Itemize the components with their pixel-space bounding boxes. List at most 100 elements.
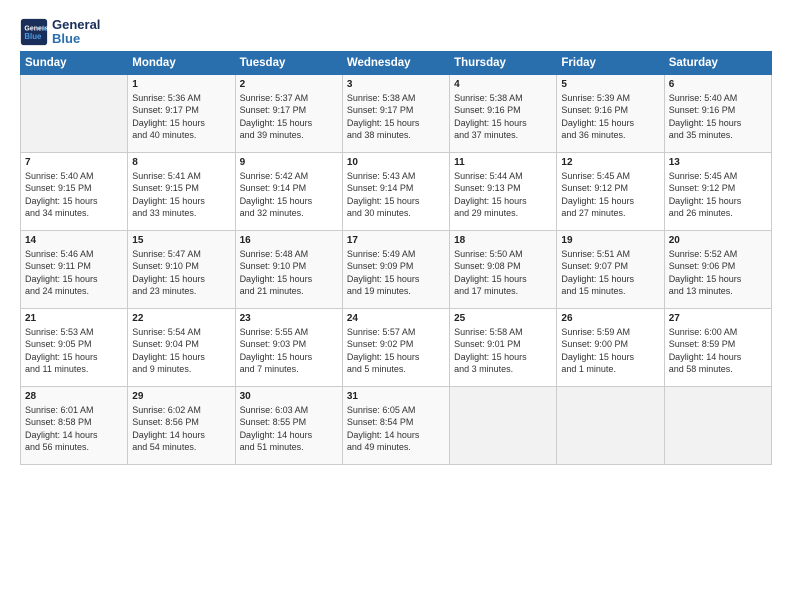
day-number: 4: [454, 79, 552, 90]
day-info: Sunrise: 5:47 AM Sunset: 9:10 PM Dayligh…: [132, 248, 230, 298]
day-info: Sunrise: 5:36 AM Sunset: 9:17 PM Dayligh…: [132, 92, 230, 142]
day-number: 14: [25, 235, 123, 246]
calendar-cell: 16 Sunrise: 5:48 AM Sunset: 9:10 PM Dayli…: [235, 230, 342, 308]
day-number: 3: [347, 79, 445, 90]
day-info: Sunrise: 5:38 AM Sunset: 9:17 PM Dayligh…: [347, 92, 445, 142]
calendar-cell: 18 Sunrise: 5:50 AM Sunset: 9:08 PM Dayli…: [450, 230, 557, 308]
day-info: Sunrise: 6:05 AM Sunset: 8:54 PM Dayligh…: [347, 404, 445, 454]
day-number: 31: [347, 391, 445, 402]
calendar-cell: 3 Sunrise: 5:38 AM Sunset: 9:17 PM Daylig…: [342, 74, 449, 152]
day-number: 18: [454, 235, 552, 246]
calendar-cell: 19 Sunrise: 5:51 AM Sunset: 9:07 PM Dayli…: [557, 230, 664, 308]
day-info: Sunrise: 5:55 AM Sunset: 9:03 PM Dayligh…: [240, 326, 338, 376]
logo-subtext: Blue: [52, 32, 100, 46]
calendar-cell: 23 Sunrise: 5:55 AM Sunset: 9:03 PM Dayli…: [235, 308, 342, 386]
day-number: 29: [132, 391, 230, 402]
calendar-cell: 1 Sunrise: 5:36 AM Sunset: 9:17 PM Daylig…: [128, 74, 235, 152]
calendar-cell: [557, 386, 664, 464]
calendar-cell: 25 Sunrise: 5:58 AM Sunset: 9:01 PM Dayli…: [450, 308, 557, 386]
day-number: 7: [25, 157, 123, 168]
weekday-header-tuesday: Tuesday: [235, 51, 342, 74]
day-number: 23: [240, 313, 338, 324]
logo: General Blue General Blue: [20, 18, 100, 47]
calendar-cell: 13Sunrise: 5:45 AM Sunset: 9:12 PM Dayli…: [664, 152, 771, 230]
day-info: Sunrise: 5:40 AM Sunset: 9:16 PM Dayligh…: [669, 92, 767, 142]
day-info: Sunrise: 5:52 AM Sunset: 9:06 PM Dayligh…: [669, 248, 767, 298]
calendar-cell: 9Sunrise: 5:42 AM Sunset: 9:14 PM Daylig…: [235, 152, 342, 230]
day-number: 30: [240, 391, 338, 402]
weekday-header-friday: Friday: [557, 51, 664, 74]
calendar-week-4: 21 Sunrise: 5:53 AM Sunset: 9:05 PM Dayli…: [21, 308, 772, 386]
day-number: 12: [561, 157, 659, 168]
day-info: Sunrise: 5:53 AM Sunset: 9:05 PM Dayligh…: [25, 326, 123, 376]
calendar-cell: 2Sunrise: 5:37 AM Sunset: 9:17 PM Daylig…: [235, 74, 342, 152]
day-info: Sunrise: 5:51 AM Sunset: 9:07 PM Dayligh…: [561, 248, 659, 298]
calendar-cell: 29 Sunrise: 6:02 AM Sunset: 8:56 PM Dayli…: [128, 386, 235, 464]
day-number: 27: [669, 313, 767, 324]
calendar-cell: 30 Sunrise: 6:03 AM Sunset: 8:55 PM Dayli…: [235, 386, 342, 464]
day-number: 1: [132, 79, 230, 90]
day-info: Sunrise: 5:48 AM Sunset: 9:10 PM Dayligh…: [240, 248, 338, 298]
calendar-cell: 26 Sunrise: 5:59 AM Sunset: 9:00 PM Dayli…: [557, 308, 664, 386]
day-info: Sunrise: 5:49 AM Sunset: 9:09 PM Dayligh…: [347, 248, 445, 298]
calendar-week-2: 7 Sunrise: 5:40 AM Sunset: 9:15 PM Daylig…: [21, 152, 772, 230]
logo-icon: General Blue: [20, 18, 48, 46]
calendar-cell: 15 Sunrise: 5:47 AM Sunset: 9:10 PM Dayli…: [128, 230, 235, 308]
day-number: 20: [669, 235, 767, 246]
calendar-cell: 4 Sunrise: 5:38 AM Sunset: 9:16 PM Daylig…: [450, 74, 557, 152]
weekday-header-sunday: Sunday: [21, 51, 128, 74]
weekday-header-wednesday: Wednesday: [342, 51, 449, 74]
weekday-header-monday: Monday: [128, 51, 235, 74]
day-number: 2: [240, 79, 338, 90]
day-number: 16: [240, 235, 338, 246]
day-info: Sunrise: 6:03 AM Sunset: 8:55 PM Dayligh…: [240, 404, 338, 454]
calendar-week-5: 28 Sunrise: 6:01 AM Sunset: 8:58 PM Dayli…: [21, 386, 772, 464]
day-info: Sunrise: 5:41 AM Sunset: 9:15 PM Dayligh…: [132, 170, 230, 220]
calendar-week-1: 1 Sunrise: 5:36 AM Sunset: 9:17 PM Daylig…: [21, 74, 772, 152]
day-info: Sunrise: 5:45 AM Sunset: 9:12 PM Dayligh…: [669, 170, 767, 220]
day-info: Sunrise: 5:38 AM Sunset: 9:16 PM Dayligh…: [454, 92, 552, 142]
day-info: Sunrise: 5:58 AM Sunset: 9:01 PM Dayligh…: [454, 326, 552, 376]
calendar-week-3: 14 Sunrise: 5:46 AM Sunset: 9:11 PM Dayli…: [21, 230, 772, 308]
calendar-cell: 28 Sunrise: 6:01 AM Sunset: 8:58 PM Dayli…: [21, 386, 128, 464]
calendar-cell: 7 Sunrise: 5:40 AM Sunset: 9:15 PM Daylig…: [21, 152, 128, 230]
calendar-cell: 20 Sunrise: 5:52 AM Sunset: 9:06 PM Dayli…: [664, 230, 771, 308]
day-number: 21: [25, 313, 123, 324]
day-number: 5: [561, 79, 659, 90]
calendar-cell: [664, 386, 771, 464]
day-info: Sunrise: 5:44 AM Sunset: 9:13 PM Dayligh…: [454, 170, 552, 220]
day-number: 6: [669, 79, 767, 90]
calendar-cell: 8Sunrise: 5:41 AM Sunset: 9:15 PM Daylig…: [128, 152, 235, 230]
calendar-cell: 14 Sunrise: 5:46 AM Sunset: 9:11 PM Dayli…: [21, 230, 128, 308]
day-number: 28: [25, 391, 123, 402]
calendar-cell: [21, 74, 128, 152]
weekday-header-saturday: Saturday: [664, 51, 771, 74]
day-info: Sunrise: 5:59 AM Sunset: 9:00 PM Dayligh…: [561, 326, 659, 376]
day-info: Sunrise: 5:50 AM Sunset: 9:08 PM Dayligh…: [454, 248, 552, 298]
day-info: Sunrise: 5:46 AM Sunset: 9:11 PM Dayligh…: [25, 248, 123, 298]
day-info: Sunrise: 6:01 AM Sunset: 8:58 PM Dayligh…: [25, 404, 123, 454]
day-info: Sunrise: 5:43 AM Sunset: 9:14 PM Dayligh…: [347, 170, 445, 220]
calendar-table: SundayMondayTuesdayWednesdayThursdayFrid…: [20, 51, 772, 465]
day-number: 10: [347, 157, 445, 168]
day-number: 26: [561, 313, 659, 324]
day-number: 24: [347, 313, 445, 324]
calendar-cell: 17 Sunrise: 5:49 AM Sunset: 9:09 PM Dayli…: [342, 230, 449, 308]
day-number: 19: [561, 235, 659, 246]
calendar-cell: [450, 386, 557, 464]
day-info: Sunrise: 6:02 AM Sunset: 8:56 PM Dayligh…: [132, 404, 230, 454]
weekday-header-row: SundayMondayTuesdayWednesdayThursdayFrid…: [21, 51, 772, 74]
logo-text: General: [52, 18, 100, 32]
calendar-cell: 10 Sunrise: 5:43 AM Sunset: 9:14 PM Dayli…: [342, 152, 449, 230]
calendar-cell: 11Sunrise: 5:44 AM Sunset: 9:13 PM Dayli…: [450, 152, 557, 230]
calendar-cell: 24Sunrise: 5:57 AM Sunset: 9:02 PM Dayli…: [342, 308, 449, 386]
day-info: Sunrise: 5:40 AM Sunset: 9:15 PM Dayligh…: [25, 170, 123, 220]
page-container: General Blue General Blue SundayMondayTu…: [0, 0, 792, 475]
day-number: 9: [240, 157, 338, 168]
day-number: 17: [347, 235, 445, 246]
day-number: 15: [132, 235, 230, 246]
day-info: Sunrise: 6:00 AM Sunset: 8:59 PM Dayligh…: [669, 326, 767, 376]
calendar-cell: 21 Sunrise: 5:53 AM Sunset: 9:05 PM Dayli…: [21, 308, 128, 386]
weekday-header-thursday: Thursday: [450, 51, 557, 74]
day-number: 25: [454, 313, 552, 324]
